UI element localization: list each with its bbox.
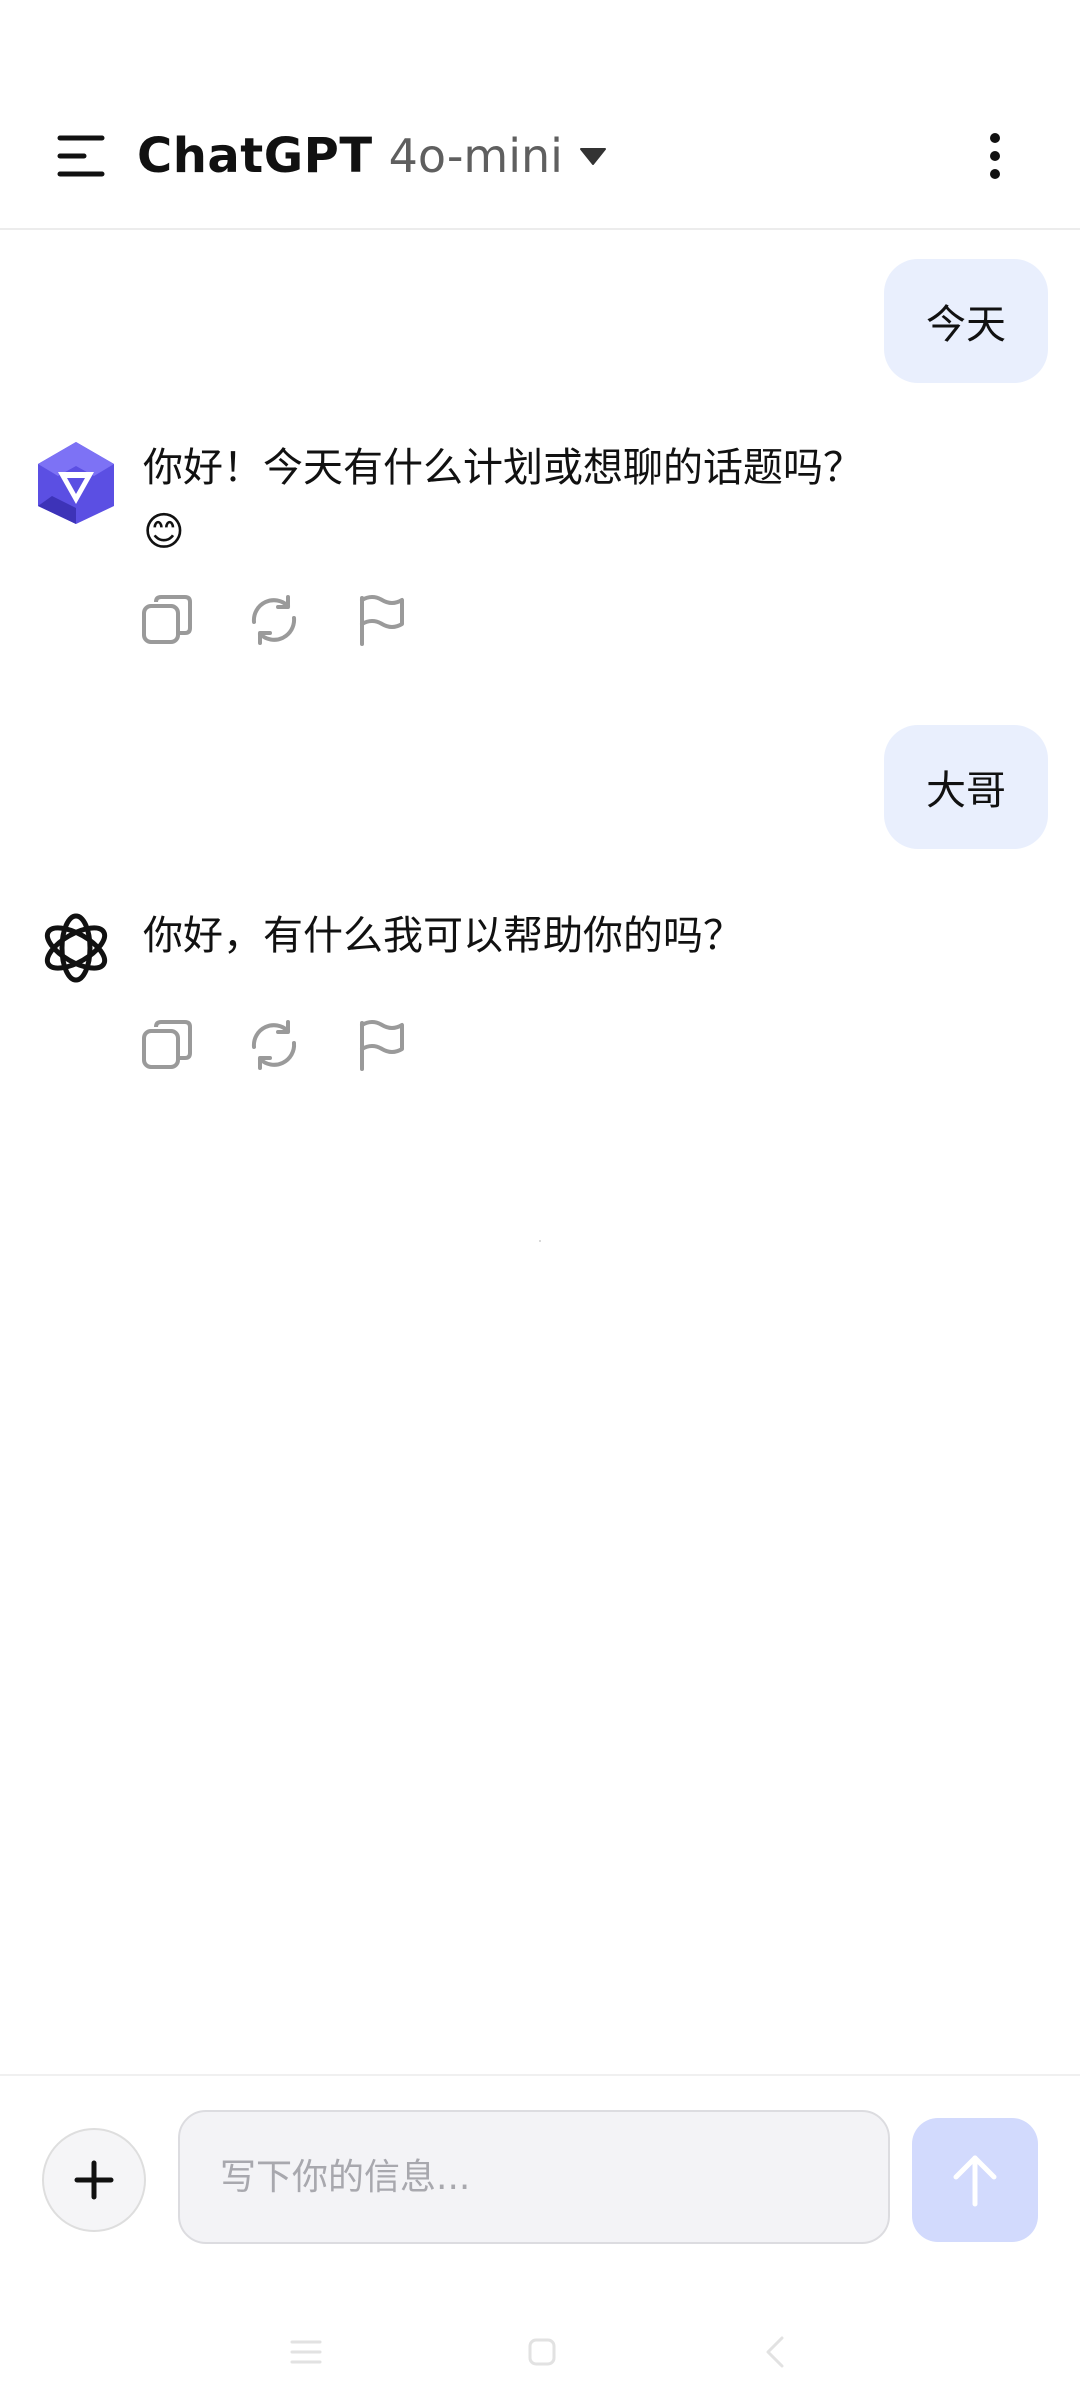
app-title: ChatGPT — [137, 128, 373, 184]
home-square-icon[interactable] — [522, 2332, 562, 2372]
assistant-message-text: 你好！今天有什么计划或想聊的话题吗？ — [143, 445, 863, 491]
system-nav-bar — [0, 2300, 1080, 2400]
regenerate-icon[interactable] — [246, 1017, 302, 1073]
openai-logo-icon — [30, 902, 122, 994]
flag-icon[interactable] — [352, 592, 408, 648]
chat-screen: ChatGPT 4o-mini 今天 你好！今天有什么计划或想聊的话题吗？ 😊 … — [0, 0, 1080, 2400]
add-attachment-button[interactable] — [42, 2128, 146, 2232]
message-actions — [140, 592, 408, 648]
assistant-message-text: 你好，有什么我可以帮助你的吗？ — [143, 913, 743, 959]
qwen-logo-icon — [30, 436, 122, 528]
app-header: ChatGPT 4o-mini — [0, 0, 1080, 230]
smile-emoji: 😊 — [143, 509, 185, 555]
composer-divider — [0, 2074, 1080, 2076]
flag-icon[interactable] — [352, 1017, 408, 1073]
assistant-message: 你好，有什么我可以帮助你的吗？ — [143, 904, 943, 968]
arrow-up-icon — [953, 2155, 997, 2207]
caret-down-icon — [579, 148, 606, 165]
message-actions — [140, 1017, 408, 1073]
user-message-text: 大哥 — [926, 768, 1006, 814]
menu-lines-icon[interactable] — [286, 2332, 326, 2372]
model-selector[interactable]: ChatGPT 4o-mini — [137, 126, 607, 186]
copy-icon[interactable] — [140, 1017, 196, 1073]
assistant-message: 你好！今天有什么计划或想聊的话题吗？ 😊 — [143, 436, 943, 564]
back-chevron-icon[interactable] — [756, 2332, 796, 2372]
more-vertical-icon[interactable] — [975, 126, 1015, 186]
regenerate-icon[interactable] — [246, 592, 302, 648]
model-name: 4o-mini — [388, 129, 563, 183]
copy-icon[interactable] — [140, 592, 196, 648]
menu-icon[interactable] — [52, 126, 112, 186]
send-button[interactable] — [912, 2118, 1038, 2242]
divider-speck — [539, 1240, 541, 1242]
plus-icon — [74, 2160, 114, 2200]
user-message-bubble: 今天 — [884, 259, 1048, 383]
message-input[interactable] — [178, 2110, 890, 2244]
user-message-text: 今天 — [926, 302, 1006, 348]
user-message-bubble: 大哥 — [884, 725, 1048, 849]
